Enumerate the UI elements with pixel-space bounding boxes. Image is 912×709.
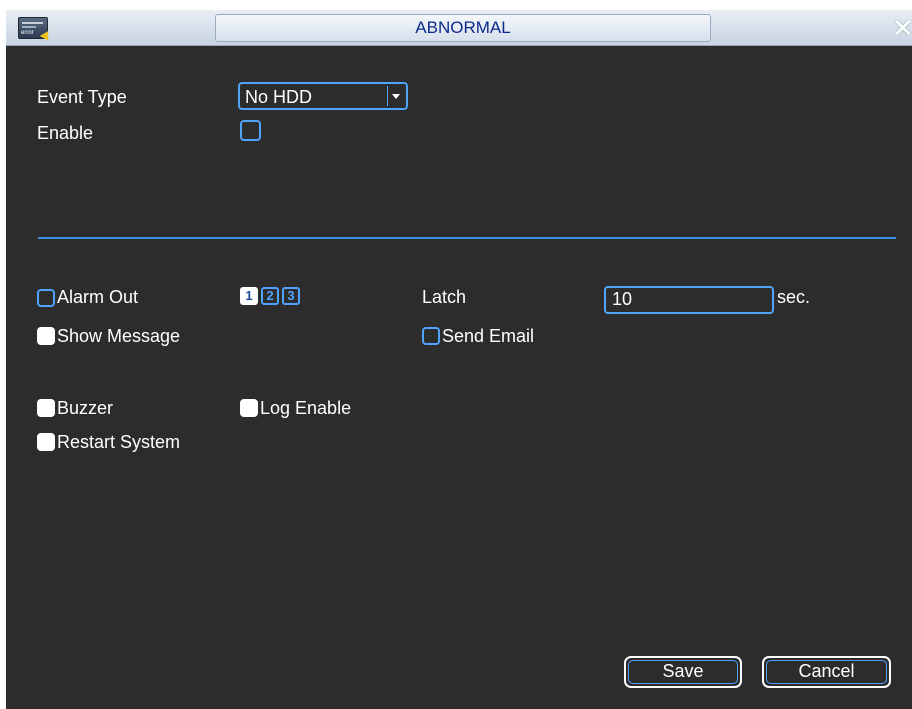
latch-label: Latch (422, 287, 467, 307)
show-message-label: Show Message (57, 326, 181, 346)
chevron-down-icon[interactable] (387, 86, 404, 106)
restart-system-checkbox[interactable] (37, 433, 55, 451)
latch-unit: sec. (777, 287, 811, 307)
log-enable-checkbox[interactable] (240, 399, 258, 417)
buzzer-checkbox[interactable] (37, 399, 55, 417)
alarm-channel-2-button[interactable]: 2 (261, 287, 279, 305)
buzzer-label: Buzzer (57, 398, 114, 418)
error-app-icon: error (18, 17, 53, 43)
cancel-button-label: Cancel (798, 661, 855, 681)
title-bar: error ABNORMAL ✕ (6, 10, 912, 46)
close-icon[interactable]: ✕ (892, 14, 912, 42)
alarm-out-checkbox[interactable] (37, 289, 55, 307)
section-divider (38, 237, 896, 239)
event-type-label: Event Type (37, 87, 127, 107)
alarm-channel-3-button[interactable]: 3 (282, 287, 300, 305)
save-button-label: Save (662, 661, 704, 681)
send-email-label: Send Email (442, 326, 535, 346)
event-type-value: No HDD (245, 87, 313, 107)
cancel-button[interactable]: Cancel (762, 656, 891, 688)
enable-checkbox[interactable] (240, 120, 261, 141)
alarm-out-label: Alarm Out (57, 287, 139, 307)
send-email-checkbox[interactable] (422, 327, 440, 345)
abnormal-dialog: error ABNORMAL ✕ Event Type No HDD Enabl… (6, 10, 912, 709)
alarm-channel-1-button[interactable]: 1 (240, 287, 258, 305)
window-title: ABNORMAL (215, 14, 711, 42)
show-message-checkbox[interactable] (37, 327, 55, 345)
log-enable-label: Log Enable (260, 398, 352, 418)
latch-input[interactable]: 10 (604, 286, 774, 314)
app-icon-tag: error (21, 30, 34, 36)
save-button[interactable]: Save (624, 656, 742, 688)
enable-label: Enable (37, 123, 94, 143)
restart-system-label: Restart System (57, 432, 181, 452)
event-type-select[interactable]: No HDD (238, 82, 408, 110)
